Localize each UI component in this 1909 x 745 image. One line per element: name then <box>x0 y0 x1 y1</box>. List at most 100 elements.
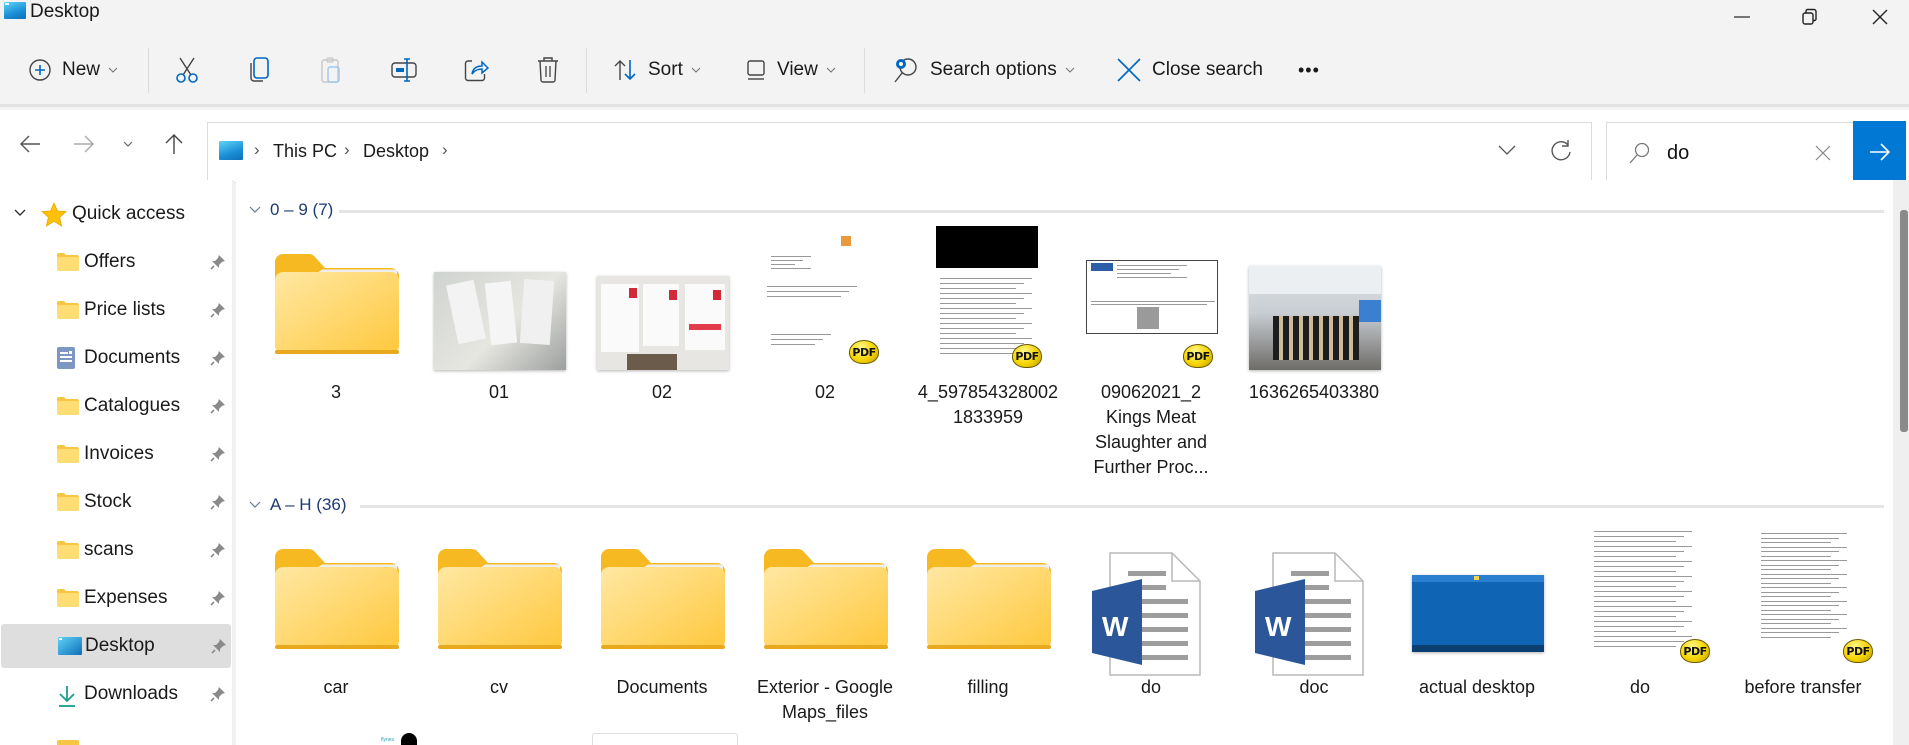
search-options-button[interactable]: Search options <box>892 48 1075 92</box>
pin-icon[interactable] <box>210 302 226 318</box>
sidebar-item-price-lists[interactable]: Price lists <box>0 288 232 332</box>
navigation-pane: Quick access Offers Price lists Documents C… <box>0 180 234 745</box>
pin-icon[interactable] <box>210 350 226 366</box>
new-button[interactable]: New <box>28 48 118 92</box>
sort-button[interactable]: Sort <box>612 48 701 92</box>
partial-file-thumbnail[interactable]: flynes <box>381 733 429 745</box>
address-bar[interactable]: › This PC › Desktop › <box>207 122 1592 183</box>
toolbar-divider <box>148 48 149 93</box>
cut-button[interactable] <box>174 48 200 92</box>
search-options-label: Search options <box>930 59 1057 80</box>
command-bar: New Sort View Search options Close searc… <box>0 34 1909 107</box>
file-item[interactable]: PDF do <box>1560 515 1720 745</box>
file-item[interactable]: cv <box>419 515 579 745</box>
pin-icon-wrap[interactable] <box>210 254 226 276</box>
sidebar-item-catalogues[interactable]: Catalogues <box>0 384 232 428</box>
pin-icon-wrap[interactable] <box>210 590 226 612</box>
file-name: 02 <box>814 382 836 402</box>
file-item[interactable]: PDF 4_597854328002 1833959 <box>908 220 1068 450</box>
scrollbar-thumb[interactable] <box>1900 210 1908 432</box>
pin-icon-wrap[interactable] <box>210 446 226 468</box>
file-item[interactable]: 3 <box>256 220 416 450</box>
pin-icon[interactable] <box>211 638 227 654</box>
file-item[interactable]: PDF 02 <box>745 220 905 450</box>
share-button[interactable] <box>463 48 489 92</box>
file-item[interactable]: filling <box>908 515 1068 745</box>
sidebar-item-documents[interactable]: Documents <box>0 336 232 380</box>
pin-icon[interactable] <box>210 446 226 462</box>
file-name: 1636265403380 <box>1248 382 1380 402</box>
address-history-button[interactable] <box>1497 143 1517 162</box>
file-item[interactable]: Wdo <box>1071 515 1231 745</box>
word-document-icon: W <box>1255 552 1364 676</box>
search-input[interactable] <box>1667 137 1807 169</box>
breadcrumb-desktop[interactable]: Desktop <box>363 141 429 162</box>
pin-icon[interactable] <box>210 686 226 702</box>
file-item[interactable]: PDF before transfer <box>1723 515 1883 745</box>
chevron-down-icon <box>108 67 118 73</box>
view-button[interactable]: View <box>745 48 836 92</box>
refresh-button[interactable] <box>1549 139 1573 168</box>
up-button[interactable] <box>154 124 194 164</box>
pin-icon-wrap[interactable] <box>210 542 226 564</box>
forward-button[interactable] <box>64 124 104 164</box>
search-go-button[interactable] <box>1853 121 1906 183</box>
sidebar-item-offers[interactable]: Offers <box>0 240 232 284</box>
sidebar-item-desktop[interactable]: Desktop <box>1 624 231 668</box>
pin-icon-wrap[interactable] <box>211 638 227 660</box>
sidebar-item-expenses[interactable]: Expenses <box>0 576 232 620</box>
rename-button[interactable] <box>390 48 418 92</box>
clear-search-icon[interactable] <box>1815 145 1831 161</box>
sidebar-item-downloads[interactable]: Downloads <box>0 672 232 716</box>
sidebar-item-stock[interactable]: Stock <box>0 480 232 524</box>
close-button[interactable] <box>1850 0 1909 34</box>
pin-icon[interactable] <box>210 254 226 270</box>
minimize-button[interactable] <box>1712 0 1772 34</box>
file-item[interactable]: Wdoc <box>1234 515 1394 745</box>
vertical-scrollbar[interactable] <box>1893 180 1909 745</box>
breadcrumb-this-pc[interactable]: This PC <box>273 141 337 162</box>
copy-button[interactable] <box>247 48 271 92</box>
file-name: car <box>323 677 349 697</box>
file-item[interactable]: 1636265403380 <box>1234 220 1394 450</box>
chevron-down-icon <box>249 501 261 508</box>
pin-icon[interactable] <box>210 398 226 414</box>
pin-icon[interactable] <box>210 494 226 510</box>
pin-icon-wrap[interactable] <box>210 398 226 420</box>
close-search-button[interactable]: Close search <box>1116 48 1263 92</box>
file-item[interactable]: 01 <box>419 220 579 450</box>
file-item[interactable]: car <box>256 515 416 745</box>
file-item[interactable]: actual desktop <box>1397 515 1557 745</box>
delete-button[interactable] <box>536 48 560 92</box>
pin-icon[interactable] <box>210 542 226 558</box>
pin-icon-wrap[interactable] <box>210 494 226 516</box>
file-item[interactable]: Documents <box>582 515 742 745</box>
file-item[interactable]: Exterior - Google Maps_files <box>745 515 905 745</box>
close-icon <box>1117 58 1141 82</box>
group-header-a-h[interactable]: A – H (36) <box>248 495 347 515</box>
sidebar-item-invoices[interactable]: Invoices <box>0 432 232 476</box>
partial-file-thumbnail[interactable] <box>592 733 738 745</box>
sidebar-label: Catalogues <box>84 395 181 416</box>
restore-button[interactable] <box>1780 0 1840 34</box>
pin-icon-wrap[interactable] <box>210 350 226 372</box>
search-options-icon <box>894 58 917 83</box>
item-icon <box>56 588 80 614</box>
new-label: New <box>62 59 101 80</box>
documents-icon <box>57 347 75 369</box>
back-button[interactable] <box>10 124 50 164</box>
group-header-0-9[interactable]: 0 – 9 (7) <box>248 200 333 220</box>
sidebar-quick-access[interactable]: Quick access <box>0 192 232 236</box>
recent-locations-button[interactable] <box>108 124 148 164</box>
paste-button[interactable] <box>319 48 343 92</box>
file-item[interactable]: 02 <box>582 220 742 450</box>
file-name: Further Proc... <box>1093 457 1209 477</box>
chevron-down-icon[interactable] <box>13 208 27 218</box>
search-box[interactable] <box>1606 122 1854 183</box>
more-options-button[interactable]: ••• <box>1298 48 1320 92</box>
file-item[interactable]: PDF 09062021_2 Kings Meat Slaughter and Furt… <box>1071 220 1231 477</box>
pin-icon[interactable] <box>210 590 226 606</box>
pin-icon-wrap[interactable] <box>210 302 226 324</box>
pin-icon-wrap[interactable] <box>210 686 226 708</box>
sidebar-item-scans[interactable]: scans <box>0 528 232 572</box>
